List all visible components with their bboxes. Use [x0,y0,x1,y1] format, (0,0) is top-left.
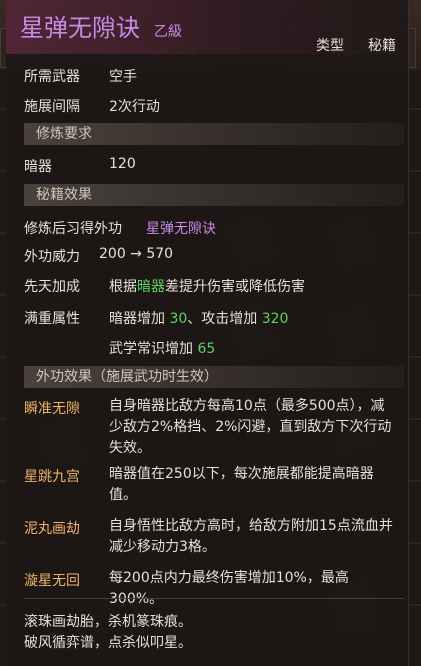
item-tooltip: 星弹无隙诀 乙級 类型 秘籍 所需武器 空手 施展间隔 2次行动 修炼要求 暗器… [6,0,409,666]
effect-line: 自身悟性比敌方高时，给敌方附加15点流血并 [109,518,393,534]
effect-description: 自身暗器比敌方每高10点（最多500点），减 少敌方2%格挡、2%闪避，直到敌方… [109,396,401,459]
flavor-line: 滚珠画劫胎，杀机篆珠痕。 [24,614,192,630]
effect-line: 每200点内力最终伤害增加10%，最高300%。 [109,570,349,607]
learn-skill-value: 星弹无隙诀 [146,221,216,237]
training-req-label: 暗器 [24,159,52,175]
full-attr-2v: 65 [197,341,216,357]
item-title: 星弹无隙诀 [20,14,140,42]
innate-bonus-text: 根据暗器差提升伤害或降低伤害 [109,276,305,296]
full-attr-1a: 暗器增加 [109,311,170,327]
innate-bonus-label: 先天加成 [24,279,80,295]
divider [24,598,404,599]
external-effect-section-header: 外功效果（施展武功时生效） [24,366,404,388]
full-attr-line-1: 暗器增加 30、攻击增加 320 [109,308,288,328]
effect-name: 星跳九宫 [24,469,80,485]
full-attr-1v2: 320 [261,311,289,327]
type-label: 类型 [316,38,344,54]
innate-highlight: 暗器 [137,279,165,295]
type-value: 秘籍 [368,38,396,54]
flavor-line: 破风循弈谱，点杀似叩星。 [24,635,192,651]
effect-description: 自身悟性比敌方高时，给敌方附加15点流血并 减少移动力3格。 [109,516,401,558]
effect-name: 漩星无回 [24,573,80,589]
effect-description: 每200点内力最终伤害增加10%，最高300%。 [109,568,401,610]
innate-suffix: 差提升伤害或降低伤害 [165,279,305,295]
effect-line: 少敌方2%格挡、2%闪避，直到敌方下次行动 [109,419,392,435]
power-label: 外功威力 [24,249,80,265]
effect-name: 瞬准无隙 [24,401,80,417]
effect-line: 自身暗器比敌方每高10点（最多500点），减 [109,398,385,414]
effect-name: 泥丸画劫 [24,521,80,537]
effect-line: 减少移动力3格。 [109,539,216,555]
full-attr-2a: 武学常识增加 [109,341,198,357]
innate-prefix: 根据 [109,279,137,295]
training-req-value: 120 [109,156,136,172]
flavor-text: 滚珠画劫胎，杀机篆珠痕。 破风循弈谱，点杀似叩星。 [24,612,192,654]
training-section-header: 修炼要求 [24,123,404,145]
required-weapon-value: 空手 [109,69,137,85]
cast-interval-value: 2次行动 [109,99,160,115]
power-value: 200 → 570 [99,246,174,262]
effect-line: 失效。 [109,440,151,456]
full-attr-line-2: 武学常识增加 65 [109,338,215,358]
effect-line: 值。 [109,487,137,503]
secret-effect-section-header: 秘籍效果 [24,184,404,206]
full-attr-1v1: 30 [169,311,188,327]
effect-description: 暗器值在250以下，每次施展都能提高暗器 值。 [109,464,401,506]
full-attr-label: 满重属性 [24,311,80,327]
item-grade: 乙級 [154,24,182,40]
required-weapon-label: 所需武器 [24,69,80,85]
full-attr-1b: 、攻击增加 [187,311,262,327]
cast-interval-label: 施展间隔 [24,99,80,115]
effect-line: 暗器值在250以下，每次施展都能提高暗器 [109,466,374,482]
learn-skill-label: 修炼后习得外功 [24,221,122,237]
